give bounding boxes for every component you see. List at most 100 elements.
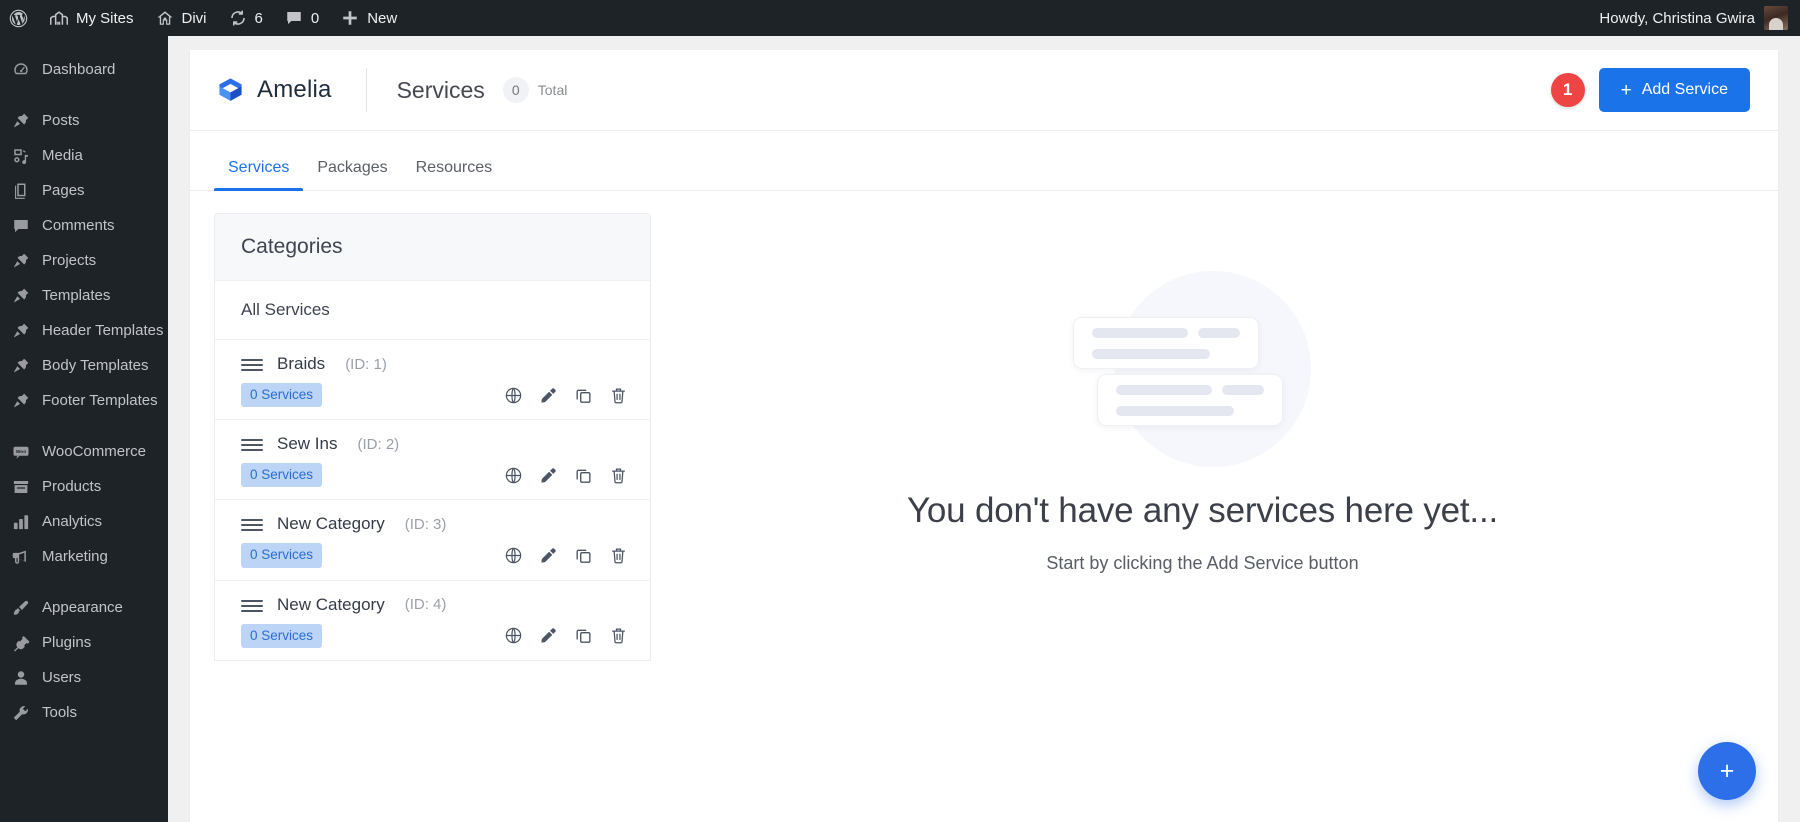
tab-label: Services [228, 159, 289, 176]
wrench-icon [11, 703, 31, 723]
sidebar-item-tools[interactable]: Tools [0, 695, 168, 730]
admin-bar-item-new[interactable]: New [330, 0, 408, 36]
wordpress-logo-button[interactable] [0, 0, 39, 36]
floating-add-button[interactable]: + [1698, 742, 1756, 800]
admin-bar-label: 6 [255, 11, 263, 26]
sidebar-item-templates[interactable]: Templates [0, 278, 168, 313]
illustration-card-bottom [1097, 374, 1283, 426]
sidebar-item-dashboard[interactable]: Dashboard [0, 52, 168, 87]
categories-panel: Categories All Services Braids (ID: 1) 0… [214, 213, 651, 661]
duplicate-icon[interactable] [574, 626, 593, 645]
drag-handle-icon[interactable] [241, 436, 263, 452]
category-row[interactable]: Braids (ID: 1) 0 Services [215, 340, 650, 420]
trash-icon[interactable] [609, 466, 628, 485]
sidebar-item-products[interactable]: Products [0, 469, 168, 504]
pin-icon [11, 111, 31, 131]
sidebar-item-marketing[interactable]: Marketing [0, 539, 168, 574]
trash-icon[interactable] [609, 386, 628, 405]
sidebar-item-woocommerce[interactable]: Woo WooCommerce [0, 434, 168, 469]
services-count-badge: 0 Services [241, 543, 322, 567]
drag-handle-icon[interactable] [241, 597, 263, 613]
sidebar-item-appearance[interactable]: Appearance [0, 590, 168, 625]
admin-bar-item-my-sites[interactable]: My Sites [39, 0, 145, 36]
empty-state-subtitle: Start by clicking the Add Service button [1046, 553, 1358, 574]
sidebar-item-analytics[interactable]: Analytics [0, 504, 168, 539]
menu-spacer-1 [0, 87, 168, 103]
sidebar-item-users[interactable]: Users [0, 660, 168, 695]
empty-state-title: You don't have any services here yet... [907, 491, 1498, 531]
step-badge-1: 1 [1551, 73, 1585, 107]
sidebar-item-footer-templates[interactable]: Footer Templates [0, 383, 168, 418]
sidebar-item-plugins[interactable]: Plugins [0, 625, 168, 660]
category-row[interactable]: New Category (ID: 3) 0 Services [215, 500, 650, 580]
category-row-bottom: 0 Services [241, 463, 628, 487]
sidebar-item-pages[interactable]: Pages [0, 173, 168, 208]
wp-admin-bar: My Sites Divi 6 [0, 0, 1800, 36]
sidebar-item-projects[interactable]: Projects [0, 243, 168, 278]
add-service-button[interactable]: + Add Service [1599, 68, 1750, 112]
category-id: (ID: 1) [345, 356, 387, 373]
sidebar-item-posts[interactable]: Posts [0, 103, 168, 138]
add-service-label: Add Service [1642, 81, 1728, 99]
category-row[interactable]: New Category (ID: 4) 0 Services [215, 581, 650, 660]
trash-icon[interactable] [609, 626, 628, 645]
plus-icon: + [1621, 81, 1632, 100]
sidebar-item-label: Templates [42, 288, 110, 303]
products-icon [11, 477, 31, 497]
category-item-all-services[interactable]: All Services [215, 280, 650, 340]
drag-handle-icon[interactable] [241, 356, 263, 372]
sidebar-item-label: Products [42, 479, 101, 494]
sidebar-item-header-templates[interactable]: Header Templates [0, 313, 168, 348]
edit-pencil-icon[interactable] [539, 626, 558, 645]
woocommerce-icon: Woo [11, 442, 31, 462]
illustration-bar [1222, 385, 1263, 395]
globe-icon[interactable] [504, 546, 523, 565]
howdy-greeting: Howdy, Christina Gwira [1599, 10, 1755, 27]
globe-icon[interactable] [504, 626, 523, 645]
amelia-tabs: Services Packages Resources [190, 131, 1778, 191]
tab-services[interactable]: Services [214, 159, 303, 190]
category-row-top: New Category (ID: 3) [241, 514, 628, 534]
category-actions [504, 546, 628, 565]
svg-text:Woo: Woo [16, 449, 26, 455]
tab-resources[interactable]: Resources [402, 159, 506, 190]
admin-bar-item-comments[interactable]: 0 [274, 0, 330, 36]
sidebar-item-comments[interactable]: Comments [0, 208, 168, 243]
amelia-header-left: Amelia Services 0 Total [216, 68, 567, 112]
globe-icon[interactable] [504, 466, 523, 485]
edit-pencil-icon[interactable] [539, 546, 558, 565]
globe-icon[interactable] [504, 386, 523, 405]
category-name: New Category [277, 595, 385, 615]
category-actions [504, 466, 628, 485]
avatar [1764, 6, 1788, 30]
admin-bar-item-divi[interactable]: Divi [145, 0, 218, 36]
amelia-plugin-panel: Amelia Services 0 Total 1 + Add Service … [190, 50, 1778, 822]
tab-packages[interactable]: Packages [303, 159, 401, 190]
duplicate-icon[interactable] [574, 546, 593, 565]
tab-label: Resources [416, 159, 492, 176]
menu-spacer-2 [0, 418, 168, 434]
category-row-bottom: 0 Services [241, 383, 628, 407]
sidebar-item-label: Users [42, 670, 81, 685]
category-actions [504, 626, 628, 645]
amelia-header-right: 1 + Add Service [1551, 68, 1750, 112]
edit-pencil-icon[interactable] [539, 386, 558, 405]
duplicate-icon[interactable] [574, 386, 593, 405]
duplicate-icon[interactable] [574, 466, 593, 485]
plus-icon: + [1720, 759, 1735, 784]
drag-handle-icon[interactable] [241, 516, 263, 532]
category-row-bottom: 0 Services [241, 543, 628, 567]
category-row[interactable]: Sew Ins (ID: 2) 0 Services [215, 420, 650, 500]
dashboard-icon [11, 60, 31, 80]
edit-pencil-icon[interactable] [539, 466, 558, 485]
sidebar-item-media[interactable]: Media [0, 138, 168, 173]
admin-bar-label: My Sites [76, 11, 134, 26]
trash-icon[interactable] [609, 546, 628, 565]
sidebar-item-body-templates[interactable]: Body Templates [0, 348, 168, 383]
admin-bar-label: Divi [182, 11, 207, 26]
admin-bar-item-updates[interactable]: 6 [218, 0, 274, 36]
categories-heading: Categories [215, 214, 650, 280]
home-icon [156, 9, 174, 27]
admin-bar-my-account[interactable]: Howdy, Christina Gwira [1599, 0, 1800, 36]
pin-icon [11, 321, 31, 341]
